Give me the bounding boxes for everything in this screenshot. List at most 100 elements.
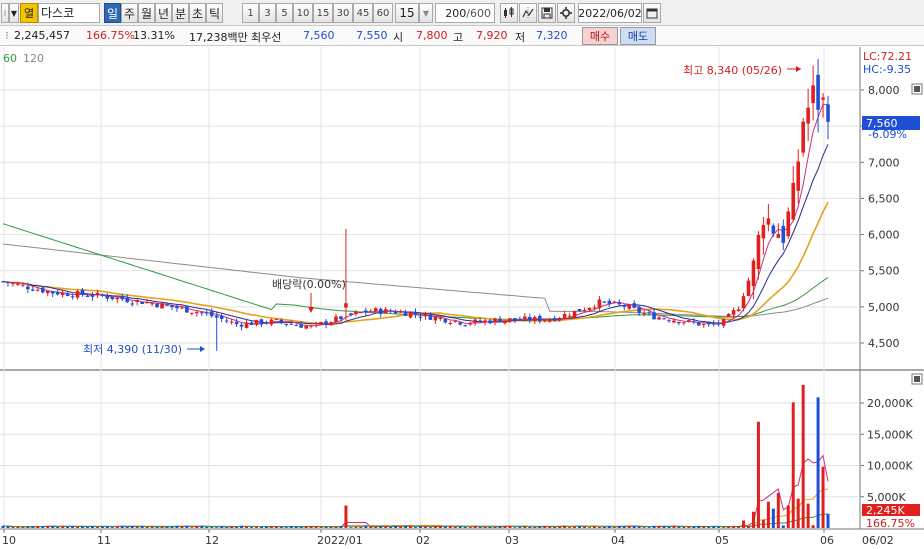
volume-tick-label: 20,000K <box>867 397 913 410</box>
candle-body <box>458 322 463 325</box>
candle-body <box>806 107 810 124</box>
sell-button[interactable]: 매도 <box>620 27 656 45</box>
volume-bar <box>806 503 810 528</box>
candle-body <box>488 320 492 324</box>
volume-bar <box>602 526 606 528</box>
candle-body <box>60 292 65 295</box>
volume-panel[interactable] <box>0 371 860 529</box>
volume-bar <box>289 526 293 528</box>
volume-bar <box>597 527 601 528</box>
candle-body <box>647 312 651 314</box>
candle-body <box>80 289 85 295</box>
candle-body <box>518 319 522 321</box>
candle-body <box>796 161 800 191</box>
candle-body <box>577 309 582 312</box>
period-tab-0[interactable]: 일 <box>104 3 121 23</box>
interval-button-45[interactable]: 45 <box>353 3 373 23</box>
volume-bar <box>140 526 144 528</box>
candle-body <box>239 324 244 327</box>
candle-body <box>716 322 721 324</box>
price-panel[interactable] <box>0 47 860 369</box>
candle-body <box>140 301 144 304</box>
candle-body <box>244 322 249 328</box>
candle-body <box>811 85 815 104</box>
period-tab-6[interactable]: 틱 <box>206 3 223 23</box>
volume-tick-label: 15,000K <box>867 428 913 441</box>
gear-icon[interactable] <box>557 3 575 23</box>
candle-body <box>304 326 308 329</box>
volume-bar <box>761 519 765 528</box>
period-tab-2[interactable]: 월 <box>138 3 155 23</box>
volume-bar <box>369 526 373 528</box>
volume-bar <box>568 527 572 528</box>
candle-body <box>195 312 199 314</box>
interval-dropdown-icon[interactable]: ▼ <box>419 3 433 23</box>
volume-bar <box>294 526 298 528</box>
volume-bar <box>433 525 437 528</box>
high-annotation: 최고 8,340 (05/26) <box>683 64 782 77</box>
change-percent: -6.09% <box>868 128 907 141</box>
candle-body <box>741 296 746 309</box>
interval-button-60[interactable]: 60 <box>373 3 393 23</box>
market-badge[interactable]: 열 <box>20 3 38 23</box>
candle-body <box>349 313 353 315</box>
volume-bar <box>617 526 621 528</box>
date-input[interactable]: 2022/06/02 <box>578 3 642 23</box>
interval-button-3[interactable]: 3 <box>259 3 276 23</box>
buy-button[interactable]: 매수 <box>582 27 618 45</box>
candle-body <box>85 296 90 298</box>
save-icon[interactable] <box>538 3 556 23</box>
volume-bar <box>747 526 750 528</box>
volume-bar <box>826 513 830 528</box>
date-axis-ticks: 10 11 12 2022/01 02 03 04 05 06 06/02 <box>2 529 894 547</box>
stock-name-input[interactable]: 다스코 <box>38 3 100 23</box>
period-tab-4[interactable]: 분 <box>172 3 189 23</box>
calendar-icon[interactable] <box>643 3 661 23</box>
candle-body <box>16 283 20 285</box>
interval-button-15[interactable]: 15 <box>313 3 333 23</box>
candle-type-icon[interactable] <box>500 3 518 23</box>
period-tab-5[interactable]: 초 <box>189 3 206 23</box>
crosshair-icon[interactable] <box>519 3 537 23</box>
dividend-annotation: 배당락(0.00%) <box>272 278 346 291</box>
bar-count-input[interactable]: 200 /600 <box>435 3 495 23</box>
candle-body <box>284 324 289 326</box>
volume-bar <box>781 525 785 528</box>
candle-body <box>607 300 612 304</box>
candle-body <box>632 303 636 308</box>
candle-body <box>547 319 552 322</box>
interval-button-10[interactable]: 10 <box>293 3 313 23</box>
period-tab-1[interactable]: 주 <box>121 3 138 23</box>
candle-body <box>204 312 209 314</box>
volume-bar <box>394 525 398 528</box>
candle-body <box>687 320 691 322</box>
interval-select[interactable]: 15 <box>395 3 419 23</box>
stock-chart-window: ⁝ ▼ 열 다스코 15 ▼ 200 /600 2022/06/02 일주월년분… <box>0 0 924 549</box>
candle-body <box>483 320 487 322</box>
chart-canvas[interactable]: 4,5005,0005,5006,0006,5007,0007,5008,000… <box>0 47 924 549</box>
volume-bar <box>329 526 333 528</box>
candle-body <box>373 308 378 312</box>
candle-body <box>26 286 30 290</box>
grip-icon[interactable]: ⁝ <box>1 3 9 23</box>
volume-bar <box>105 526 109 528</box>
volume-bar <box>677 526 681 528</box>
interval-button-5[interactable]: 5 <box>276 3 293 23</box>
price-tick-label: 4,500 <box>868 337 900 350</box>
low-value: 7,320 <box>536 29 568 42</box>
candle-body <box>537 315 542 322</box>
interval-button-1[interactable]: 1 <box>242 3 259 23</box>
volume-bar <box>647 527 651 528</box>
volume-bar <box>180 526 184 528</box>
volume-bar <box>508 525 512 528</box>
dropdown-arrow-icon[interactable]: ▼ <box>9 3 19 23</box>
volume-bar <box>26 526 30 528</box>
volume-bar <box>578 525 582 528</box>
candle-body <box>359 312 363 314</box>
volume-bar <box>125 526 129 528</box>
volume-bar <box>801 384 805 528</box>
volume-bar <box>235 526 239 528</box>
period-tab-3[interactable]: 년 <box>155 3 172 23</box>
interval-button-30[interactable]: 30 <box>333 3 353 23</box>
volume-bar <box>210 527 214 528</box>
